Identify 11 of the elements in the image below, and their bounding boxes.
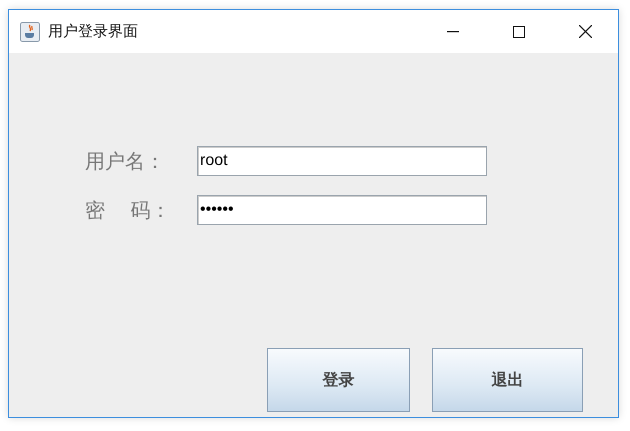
maximize-icon (513, 26, 525, 38)
close-icon (578, 25, 592, 38)
text-field[interactable]: •••••• (197, 195, 487, 225)
text-field[interactable]: root (197, 146, 487, 176)
window-title: 用户登录界面 (48, 22, 139, 41)
field-label: 密 码： (85, 196, 172, 224)
field-label: 用户名： (85, 148, 166, 174)
action-button[interactable]: 登录 (267, 348, 410, 412)
minimize-icon (447, 30, 459, 32)
action-button[interactable]: 退出 (432, 348, 583, 412)
java-cup-icon (20, 22, 40, 42)
